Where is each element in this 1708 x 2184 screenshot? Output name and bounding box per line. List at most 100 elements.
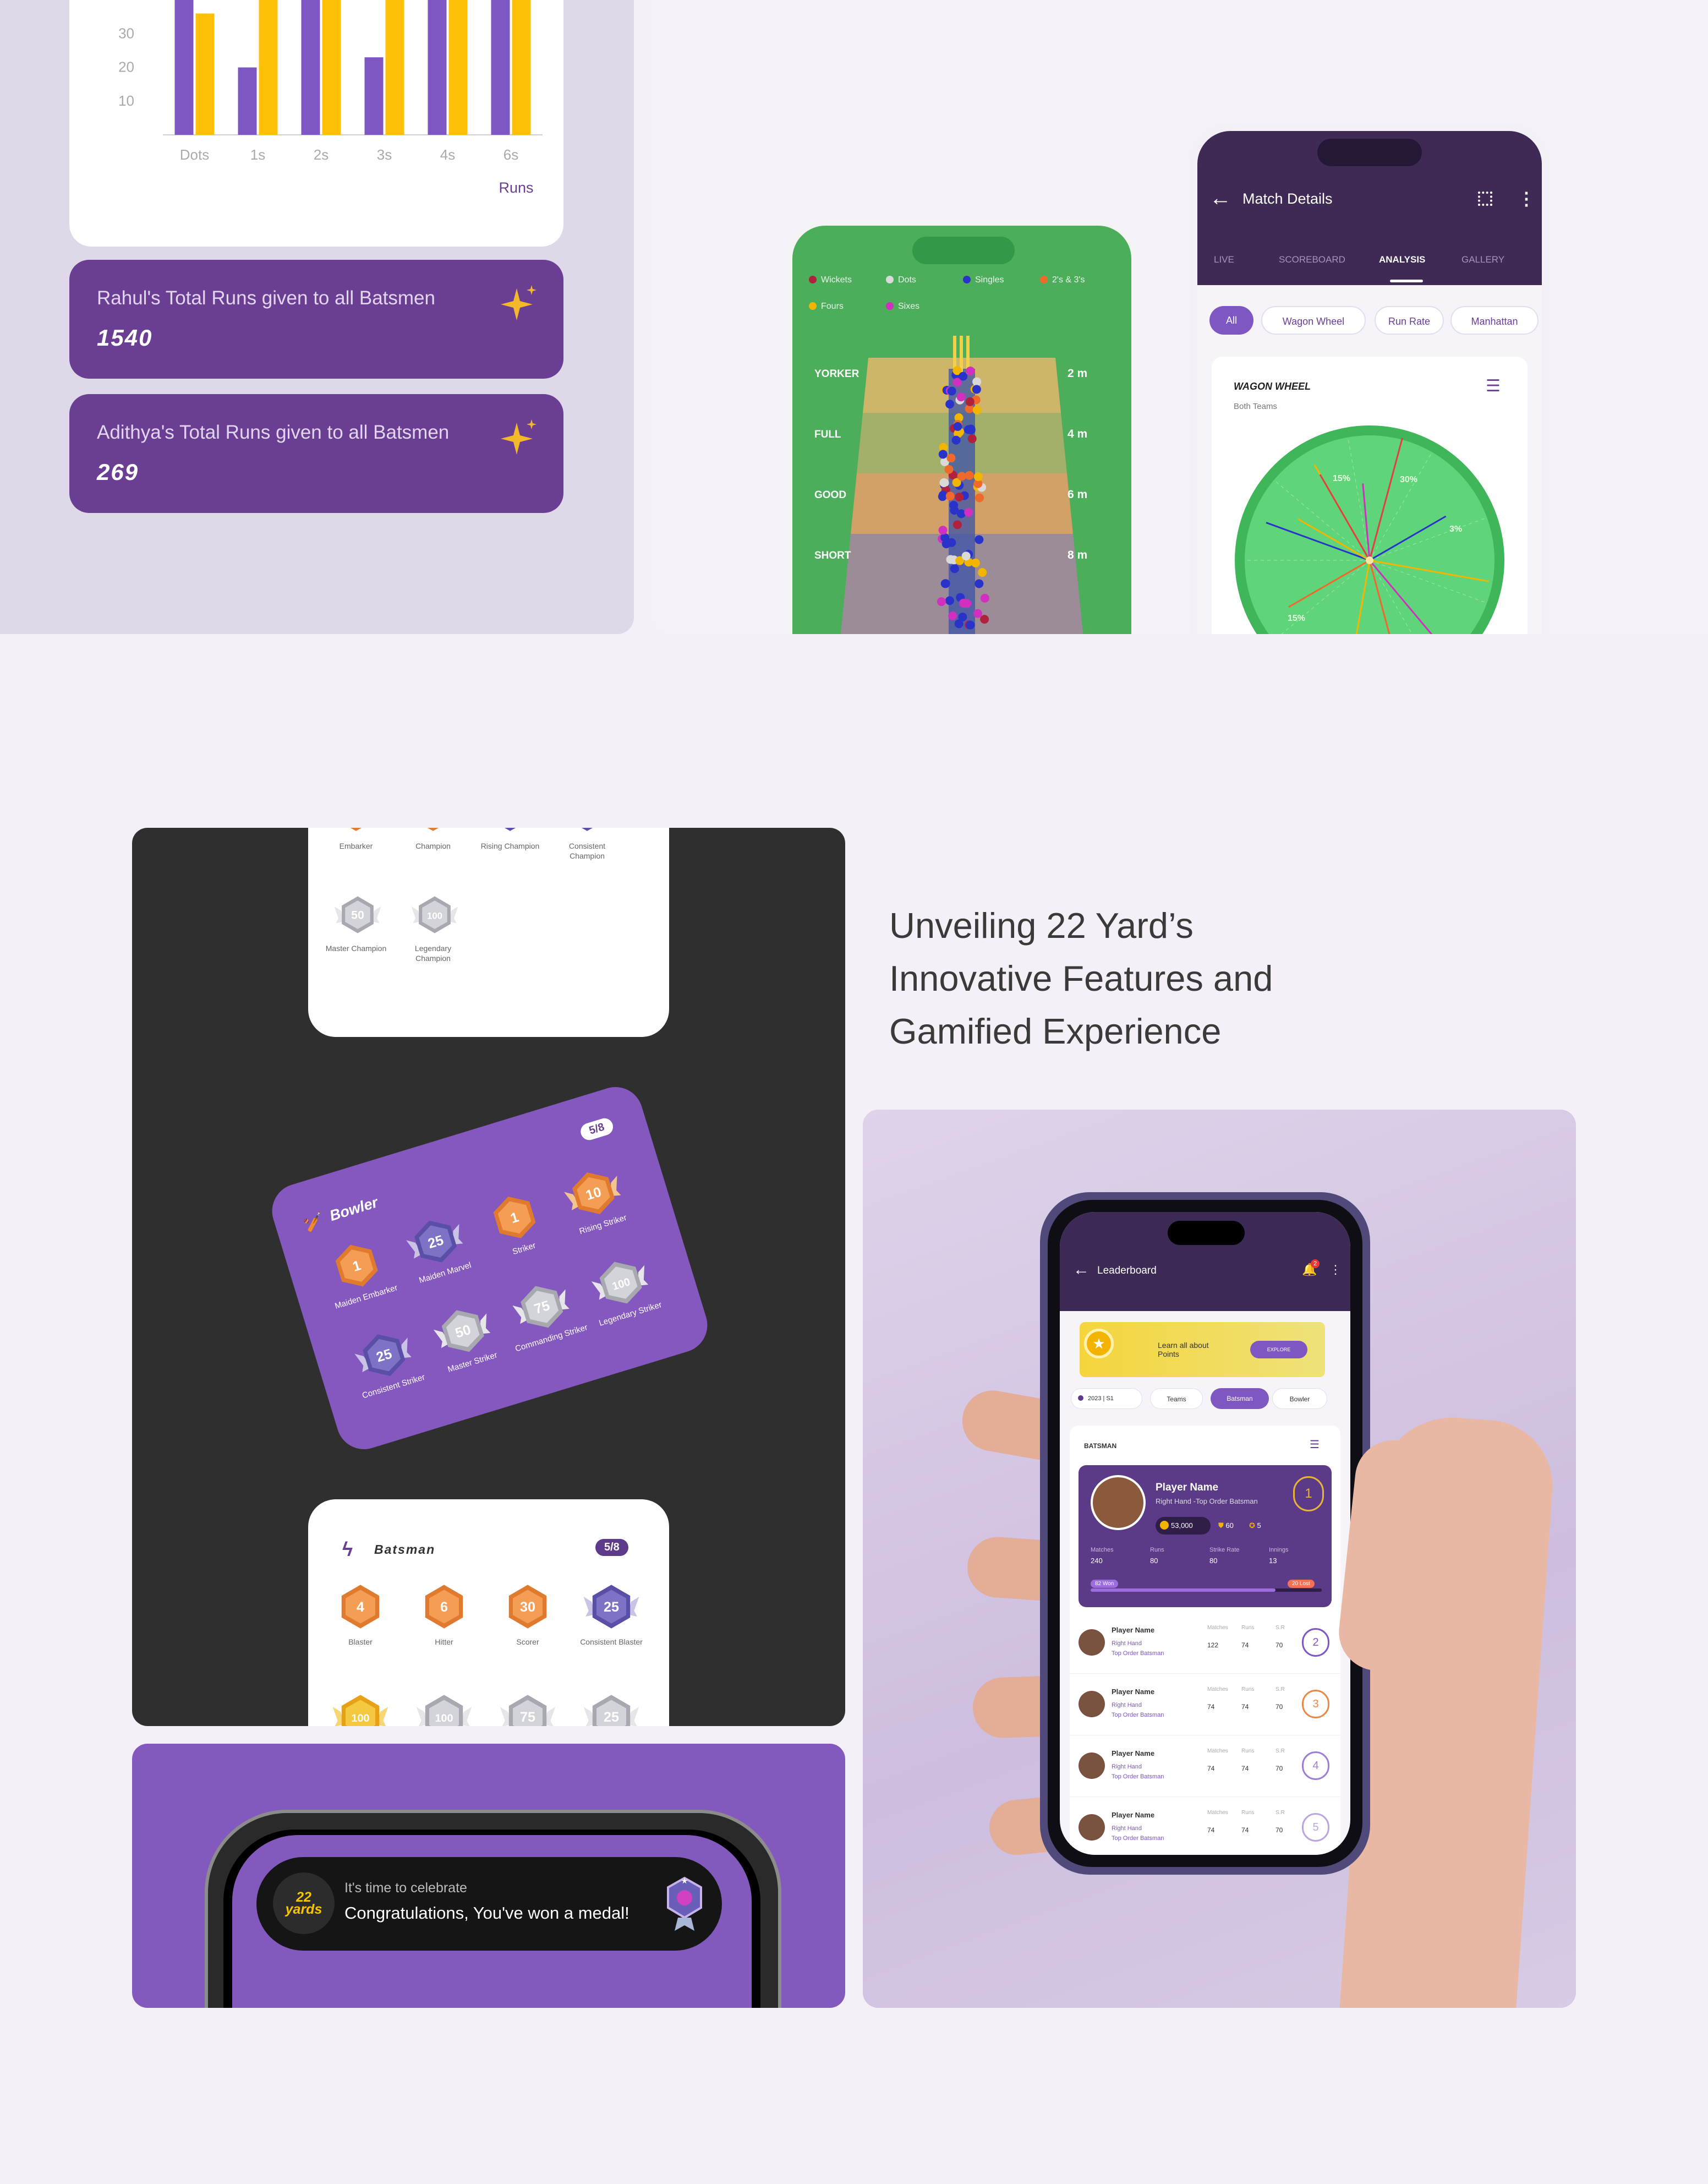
medal-icon: ★ bbox=[667, 1876, 702, 1931]
headline-line: Gamified Experience bbox=[889, 1011, 1222, 1051]
leaderboard-photo: ← Leaderboard 🔔 2 ⋮ ★ Learn all about Po… bbox=[863, 1110, 1576, 2008]
ball-mark bbox=[980, 593, 989, 603]
player-name: Player Name bbox=[1112, 1626, 1155, 1634]
qr-code-icon[interactable] bbox=[1478, 192, 1492, 206]
ball-mark bbox=[956, 392, 966, 402]
table-row[interactable]: Player Name Right Hand Top Order Batsman Ma… bbox=[1070, 1618, 1340, 1674]
headline-line: Innovative Features and bbox=[889, 958, 1273, 998]
x-axis-label: Runs bbox=[499, 179, 533, 196]
col-value: 74 bbox=[1207, 1703, 1215, 1711]
svg-text:★: ★ bbox=[681, 1876, 688, 1885]
lb-tab-bowler[interactable]: Bowler bbox=[1272, 1388, 1327, 1409]
ball-mark bbox=[939, 478, 949, 487]
page: { "chart": { "y_ticks": ["30", "20", "10… bbox=[0, 0, 1708, 2184]
stat-card-rahul: Rahul's Total Runs given to all Batsmen … bbox=[69, 260, 563, 379]
filter-chip-run-rate[interactable]: Run Rate bbox=[1375, 306, 1444, 335]
phone-notch bbox=[1317, 139, 1422, 166]
col-head: Runs bbox=[1241, 1625, 1255, 1631]
col-value: 70 bbox=[1275, 1703, 1283, 1711]
badge-hexagon bbox=[504, 828, 516, 831]
badge-number: 100 bbox=[435, 1712, 453, 1724]
player-role: Top Order Batsman bbox=[1112, 1712, 1164, 1718]
phone-bezel: ← Leaderboard 🔔 2 ⋮ ★ Learn all about Po… bbox=[1048, 1200, 1362, 1867]
ball-mark bbox=[975, 579, 984, 588]
badge-number: 30 bbox=[520, 1599, 535, 1615]
col-head: S.R bbox=[1275, 1686, 1285, 1692]
champion-badge-icon: 1 bbox=[427, 828, 439, 831]
ball-mark bbox=[957, 472, 966, 481]
badge-label: Champion bbox=[415, 842, 451, 850]
table-row[interactable]: Player Name Right Hand Top Order Batsman Ma… bbox=[1070, 1803, 1340, 1855]
back-arrow-icon[interactable]: ← bbox=[1209, 186, 1231, 211]
badge-label: Master Champion bbox=[325, 944, 387, 953]
bowler-title: Bowler bbox=[327, 1194, 380, 1225]
ball-mark bbox=[972, 385, 981, 394]
zone-percent: 15% bbox=[1288, 614, 1305, 623]
tab-analysis[interactable]: ANALYSIS bbox=[1379, 254, 1425, 265]
zone-label: FULL bbox=[814, 429, 841, 440]
bar-series-1 bbox=[364, 57, 384, 135]
player-role: Top Order Batsman bbox=[1112, 1650, 1164, 1657]
bowler-badge-icon: 75 bbox=[512, 1286, 570, 1328]
ball-mark bbox=[966, 620, 975, 630]
col-head: Runs bbox=[1241, 1810, 1255, 1816]
tab-live[interactable]: LIVE bbox=[1214, 254, 1234, 265]
col-head: Runs bbox=[1241, 1748, 1255, 1754]
more-vert-icon[interactable]: ⋮ bbox=[1518, 188, 1535, 209]
ball-mark bbox=[966, 424, 976, 434]
ball-mark bbox=[973, 609, 982, 618]
season-label: 2023 | S1 bbox=[1088, 1395, 1114, 1402]
zone-distance: 6 m bbox=[1068, 488, 1087, 501]
promo-medal-icon: ★ bbox=[1084, 1329, 1114, 1358]
season-dot-icon bbox=[1078, 1395, 1083, 1401]
tab-indicator bbox=[1390, 280, 1423, 282]
badge-number: 4 bbox=[357, 1599, 364, 1615]
explore-button[interactable]: EXPLORE bbox=[1250, 1341, 1307, 1358]
tab-scoreboard[interactable]: SCOREBOARD bbox=[1279, 254, 1345, 265]
pitch-map: YORKER 2 m FULL 4 m GOOD 6 m SHORT 8 m bbox=[814, 336, 1087, 634]
batsman-badge-icon: 100 bbox=[332, 1695, 388, 1726]
stat-label: Strike Rate bbox=[1209, 1547, 1240, 1553]
match-phone: ← Match Details ⋮ LIVE SCOREBOARD ANALYSIS… bbox=[1191, 124, 1548, 634]
pitch-phone: Wickets Dots Singles 2's & 3's Fours Sixes YO… bbox=[787, 220, 1137, 634]
table-row[interactable]: Player Name Right Hand Top Order Batsman Ma… bbox=[1070, 1741, 1340, 1797]
top-player-card[interactable]: Player Name Right Hand -Top Order Batsma… bbox=[1079, 1465, 1332, 1607]
filter-chip-wagon-wheel[interactable]: Wagon Wheel bbox=[1261, 306, 1366, 335]
ball-mark bbox=[965, 397, 975, 406]
x-tick-label: 4s bbox=[440, 146, 455, 163]
player-name: Player Name bbox=[1112, 1688, 1155, 1696]
lb-tab-batsman[interactable]: Batsman bbox=[1211, 1388, 1269, 1409]
badge-label: Hitter bbox=[435, 1637, 453, 1646]
gamification-panel: 1 Embarker 1 Champion 10 Rising Champion 25 Con… bbox=[0, 652, 1708, 2184]
tab-gallery[interactable]: GALLERY bbox=[1461, 254, 1504, 265]
won-pill: 82 Won bbox=[1091, 1580, 1119, 1588]
more-vert-icon[interactable]: ⋮ bbox=[1329, 1263, 1342, 1277]
bar-series-1 bbox=[301, 0, 320, 135]
ball-mark bbox=[964, 507, 973, 517]
notification-card: 22 yards It's time to celebrate Congratu… bbox=[132, 1744, 845, 2008]
points-pill: 53,000 bbox=[1156, 1517, 1211, 1535]
ball-mark bbox=[952, 520, 962, 529]
filter-chip-manhattan[interactable]: Manhattan bbox=[1450, 306, 1539, 335]
batsman-icon: ϟ bbox=[342, 1538, 353, 1560]
table-row[interactable]: Player Name Right Hand Top Order Batsman Ma… bbox=[1070, 1680, 1340, 1735]
badge-label: Consistent Champion bbox=[568, 842, 606, 860]
notif-badge: 2 bbox=[1311, 1259, 1320, 1268]
badge-number: 50 bbox=[351, 909, 364, 922]
shield-value: 60 bbox=[1225, 1521, 1234, 1530]
champion-badge-icon: 1 bbox=[350, 828, 362, 831]
match-filters: All Wagon Wheel Run Rate Manhattan bbox=[1209, 306, 1542, 339]
season-selector[interactable]: 2023 | S1 bbox=[1071, 1388, 1142, 1409]
promo-banner[interactable]: ★ Learn all about Points EXPLORE bbox=[1080, 1322, 1325, 1377]
ball-mark bbox=[962, 599, 972, 608]
filter-settings-icon[interactable]: ☰ bbox=[1310, 1438, 1320, 1451]
batsman-badge-icon: 30 bbox=[508, 1585, 547, 1629]
ball-mark bbox=[937, 597, 946, 607]
batsman-badge-icon: 25 bbox=[583, 1695, 639, 1726]
back-arrow-icon[interactable]: ← bbox=[1073, 1260, 1090, 1279]
lb-tab-teams[interactable]: Teams bbox=[1150, 1388, 1203, 1409]
pitch-screen: Wickets Dots Singles 2's & 3's Fours Sixes YO… bbox=[792, 226, 1131, 634]
notification-pill[interactable]: 22 yards It's time to celebrate Congratu… bbox=[256, 1857, 722, 1951]
x-tick-label: Dots bbox=[180, 146, 209, 163]
filter-chip-all[interactable]: All bbox=[1209, 306, 1253, 335]
